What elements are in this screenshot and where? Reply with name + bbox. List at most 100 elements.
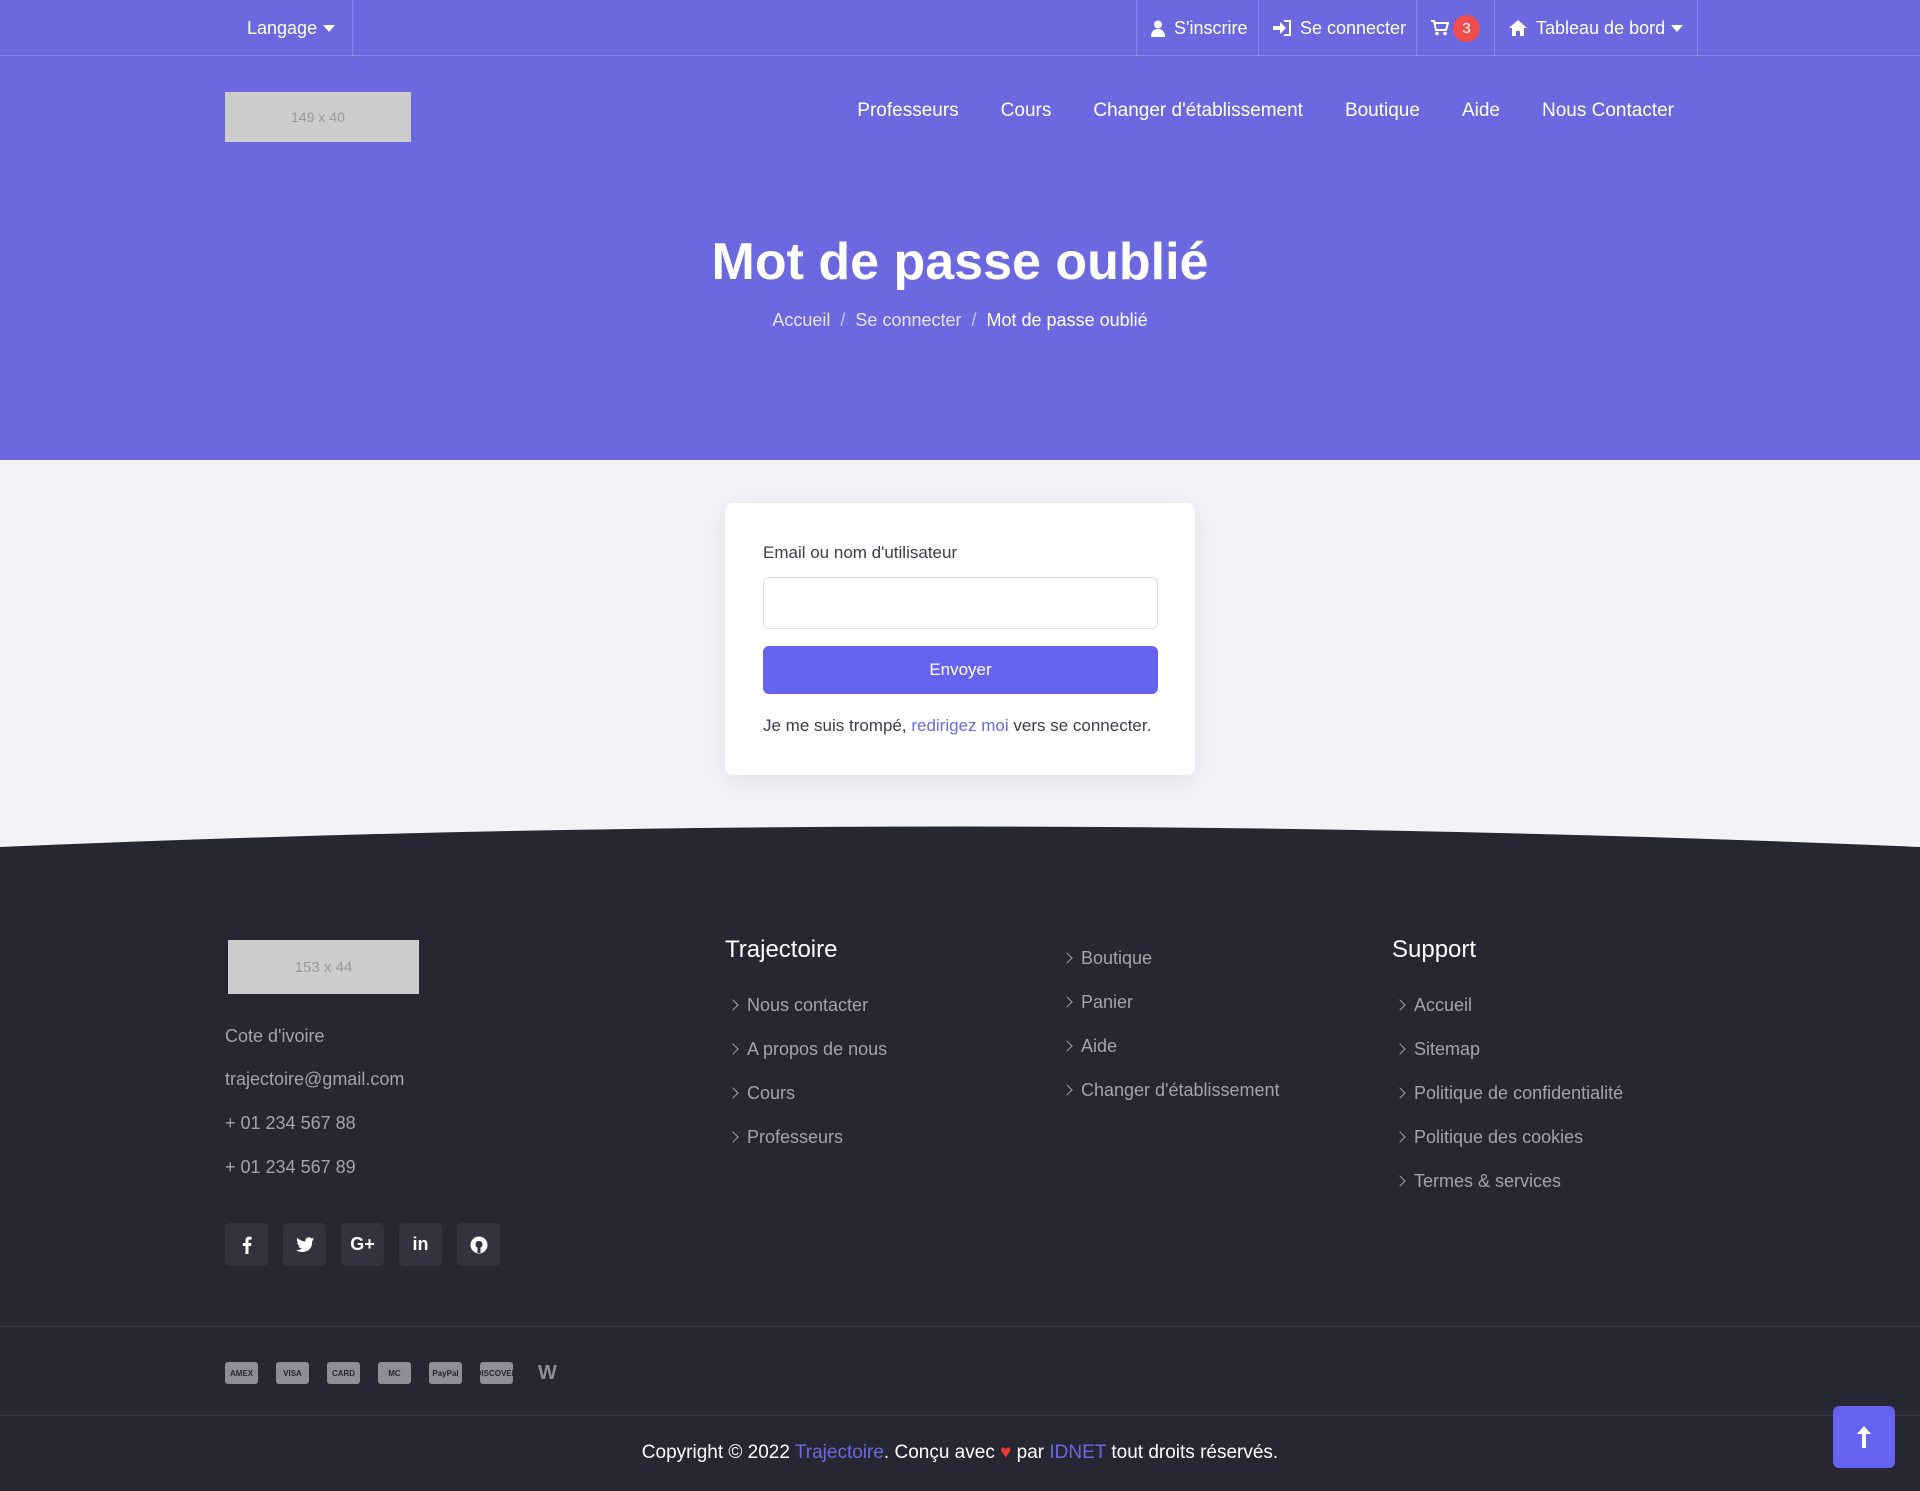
- footer-link-label: Politique de confidentialité: [1414, 1082, 1624, 1103]
- facebook-icon[interactable]: [225, 1223, 268, 1266]
- footer-col-support-links: Accueil Sitemap Politique de confidentia…: [1394, 983, 1623, 1203]
- copyright-company-link[interactable]: IDNET: [1049, 1442, 1106, 1463]
- breadcrumb-separator: /: [971, 310, 977, 330]
- footer-link-a-propos[interactable]: A propos de nous: [727, 1027, 887, 1071]
- footer-address: Cote d'ivoire: [225, 1026, 325, 1046]
- footer-link-label: Nous contacter: [747, 994, 869, 1015]
- footer-link-termes[interactable]: Termes & services: [1394, 1159, 1623, 1203]
- twitter-icon[interactable]: [283, 1223, 326, 1266]
- sign-in-icon: [1273, 20, 1291, 36]
- forgot-password-card: Email ou nom d'utilisateur Envoyer Je me…: [725, 503, 1195, 775]
- footer-phone-2[interactable]: + 01 234 567 89: [225, 1157, 356, 1178]
- discover-card-icon: DISCOVER: [476, 1362, 517, 1384]
- footer-phone-1[interactable]: + 01 234 567 88: [225, 1113, 356, 1134]
- nav-item-professeurs[interactable]: Professeurs: [857, 100, 958, 122]
- footer-link-label: Politique des cookies: [1414, 1126, 1584, 1147]
- footer-link-label: Sitemap: [1414, 1038, 1481, 1059]
- cart-link[interactable]: 3: [1416, 0, 1494, 56]
- top-bar: Langage S'inscrire Se connecter 3 Tablea…: [0, 0, 1920, 56]
- breadcrumb-current: Mot de passe oublié: [986, 310, 1148, 330]
- footer-link-label: Boutique: [1081, 947, 1153, 968]
- footer-link-label: A propos de nous: [747, 1038, 888, 1059]
- footer-link-label: Aide: [1081, 1035, 1118, 1056]
- footer-link-accueil[interactable]: Accueil: [1394, 983, 1623, 1027]
- payment-methods: AMEX VISA CARD MC PayPal DISCOVER W: [225, 1362, 564, 1384]
- footer-link-sitemap[interactable]: Sitemap: [1394, 1027, 1623, 1071]
- footer-logo[interactable]: 153 x 44: [228, 940, 419, 994]
- footer-divider: [0, 1415, 1920, 1416]
- login-link[interactable]: Se connecter: [1258, 0, 1420, 56]
- linkedin-icon[interactable]: in: [399, 1223, 442, 1266]
- copyright-brand-link[interactable]: Trajectoire: [795, 1442, 884, 1463]
- language-dropdown[interactable]: Langage: [233, 0, 353, 56]
- hero-curve: [0, 420, 1920, 446]
- footer-link-label: Termes & services: [1414, 1170, 1562, 1191]
- footer-link-label: Panier: [1081, 991, 1134, 1012]
- copyright-prefix: Copyright © 2022: [641, 1442, 795, 1463]
- mastercard-icon: MC: [378, 1362, 411, 1384]
- redirect-text: Je me suis trompé, redirigez moi vers se…: [763, 716, 1151, 736]
- logo-placeholder-text: 149 x 40: [291, 109, 345, 125]
- footer-email[interactable]: trajectoire@gmail.com: [225, 1069, 404, 1090]
- nav-item-changer-etablissement[interactable]: Changer d'établissement: [1093, 100, 1303, 122]
- footer-link-aide[interactable]: Aide: [1061, 1024, 1280, 1068]
- chevron-right-icon: [1061, 1040, 1073, 1052]
- submit-button[interactable]: Envoyer: [763, 646, 1158, 694]
- language-label: Langage: [247, 17, 318, 38]
- redirect-suffix: vers se connecter.: [1008, 716, 1152, 735]
- copyright-by: par: [1011, 1442, 1050, 1463]
- google-plus-icon[interactable]: G+: [341, 1223, 384, 1266]
- footer-link-changer-etablissement[interactable]: Changer d'établissement: [1061, 1068, 1280, 1112]
- footer-link-label: Accueil: [1414, 994, 1473, 1015]
- footer-col-trajectoire-title: Trajectoire: [725, 936, 838, 963]
- github-icon[interactable]: [457, 1223, 500, 1266]
- chevron-right-icon: [1061, 952, 1073, 964]
- footer-link-label: Professeurs: [747, 1126, 844, 1147]
- nav-item-boutique[interactable]: Boutique: [1345, 100, 1420, 122]
- breadcrumb: Accueil / Se connecter / Mot de passe oublié: [0, 310, 1920, 331]
- footer-link-cours[interactable]: Cours: [727, 1071, 887, 1115]
- chevron-right-icon: [1394, 1087, 1406, 1099]
- footer-link-professeurs[interactable]: Professeurs: [727, 1115, 887, 1159]
- footer-link-label: Cours: [747, 1082, 796, 1103]
- footer-link-panier[interactable]: Panier: [1061, 980, 1280, 1024]
- site-logo[interactable]: 149 x 40: [225, 92, 411, 142]
- back-to-top-button[interactable]: [1833, 1406, 1895, 1468]
- main-nav: Professeurs Cours Changer d'établissemen…: [857, 100, 1674, 122]
- login-label: Se connecter: [1300, 17, 1407, 38]
- footer-link-cookies[interactable]: Politique des cookies: [1394, 1115, 1623, 1159]
- chevron-right-icon: [1394, 1043, 1406, 1055]
- wallet-icon: W: [538, 1361, 557, 1384]
- footer-link-confidentialite[interactable]: Politique de confidentialité: [1394, 1071, 1623, 1115]
- chevron-right-icon: [727, 999, 739, 1011]
- social-links: G+ in: [225, 1223, 500, 1266]
- footer-link-label: Changer d'établissement: [1081, 1079, 1280, 1100]
- nav-item-aide[interactable]: Aide: [1462, 100, 1500, 122]
- chevron-right-icon: [727, 1043, 739, 1055]
- register-label: S'inscrire: [1174, 17, 1248, 38]
- visa-card-icon: VISA: [276, 1362, 309, 1384]
- dashboard-dropdown[interactable]: Tableau de bord: [1494, 0, 1699, 56]
- footer-curve: [0, 826, 1920, 880]
- email-field[interactable]: [763, 577, 1158, 629]
- arrow-up-icon: [1857, 1426, 1871, 1448]
- footer-divider: [0, 1326, 1920, 1327]
- heart-icon: ♥: [1000, 1442, 1012, 1463]
- register-link[interactable]: S'inscrire: [1136, 0, 1261, 56]
- nav-item-nous-contacter[interactable]: Nous Contacter: [1542, 100, 1674, 122]
- copyright-suffix: tout droits réservés.: [1106, 1442, 1279, 1463]
- breadcrumb-home[interactable]: Accueil: [772, 310, 830, 330]
- copyright-mid: . Conçu avec: [883, 1442, 1001, 1463]
- cart-icon: [1431, 20, 1449, 36]
- footer-col-trajectoire-links: Nous contacter A propos de nous Cours Pr…: [727, 983, 887, 1159]
- nav-item-cours[interactable]: Cours: [1001, 100, 1052, 122]
- caret-down-icon: [1671, 24, 1684, 32]
- redirect-link[interactable]: redirigez moi: [911, 716, 1008, 735]
- chevron-right-icon: [1394, 1131, 1406, 1143]
- footer-link-boutique[interactable]: Boutique: [1061, 936, 1280, 980]
- breadcrumb-login[interactable]: Se connecter: [855, 310, 961, 330]
- footer-link-nous-contacter[interactable]: Nous contacter: [727, 983, 887, 1027]
- home-icon: [1509, 20, 1527, 36]
- dashboard-label: Tableau de bord: [1536, 17, 1666, 38]
- breadcrumb-separator: /: [840, 310, 846, 330]
